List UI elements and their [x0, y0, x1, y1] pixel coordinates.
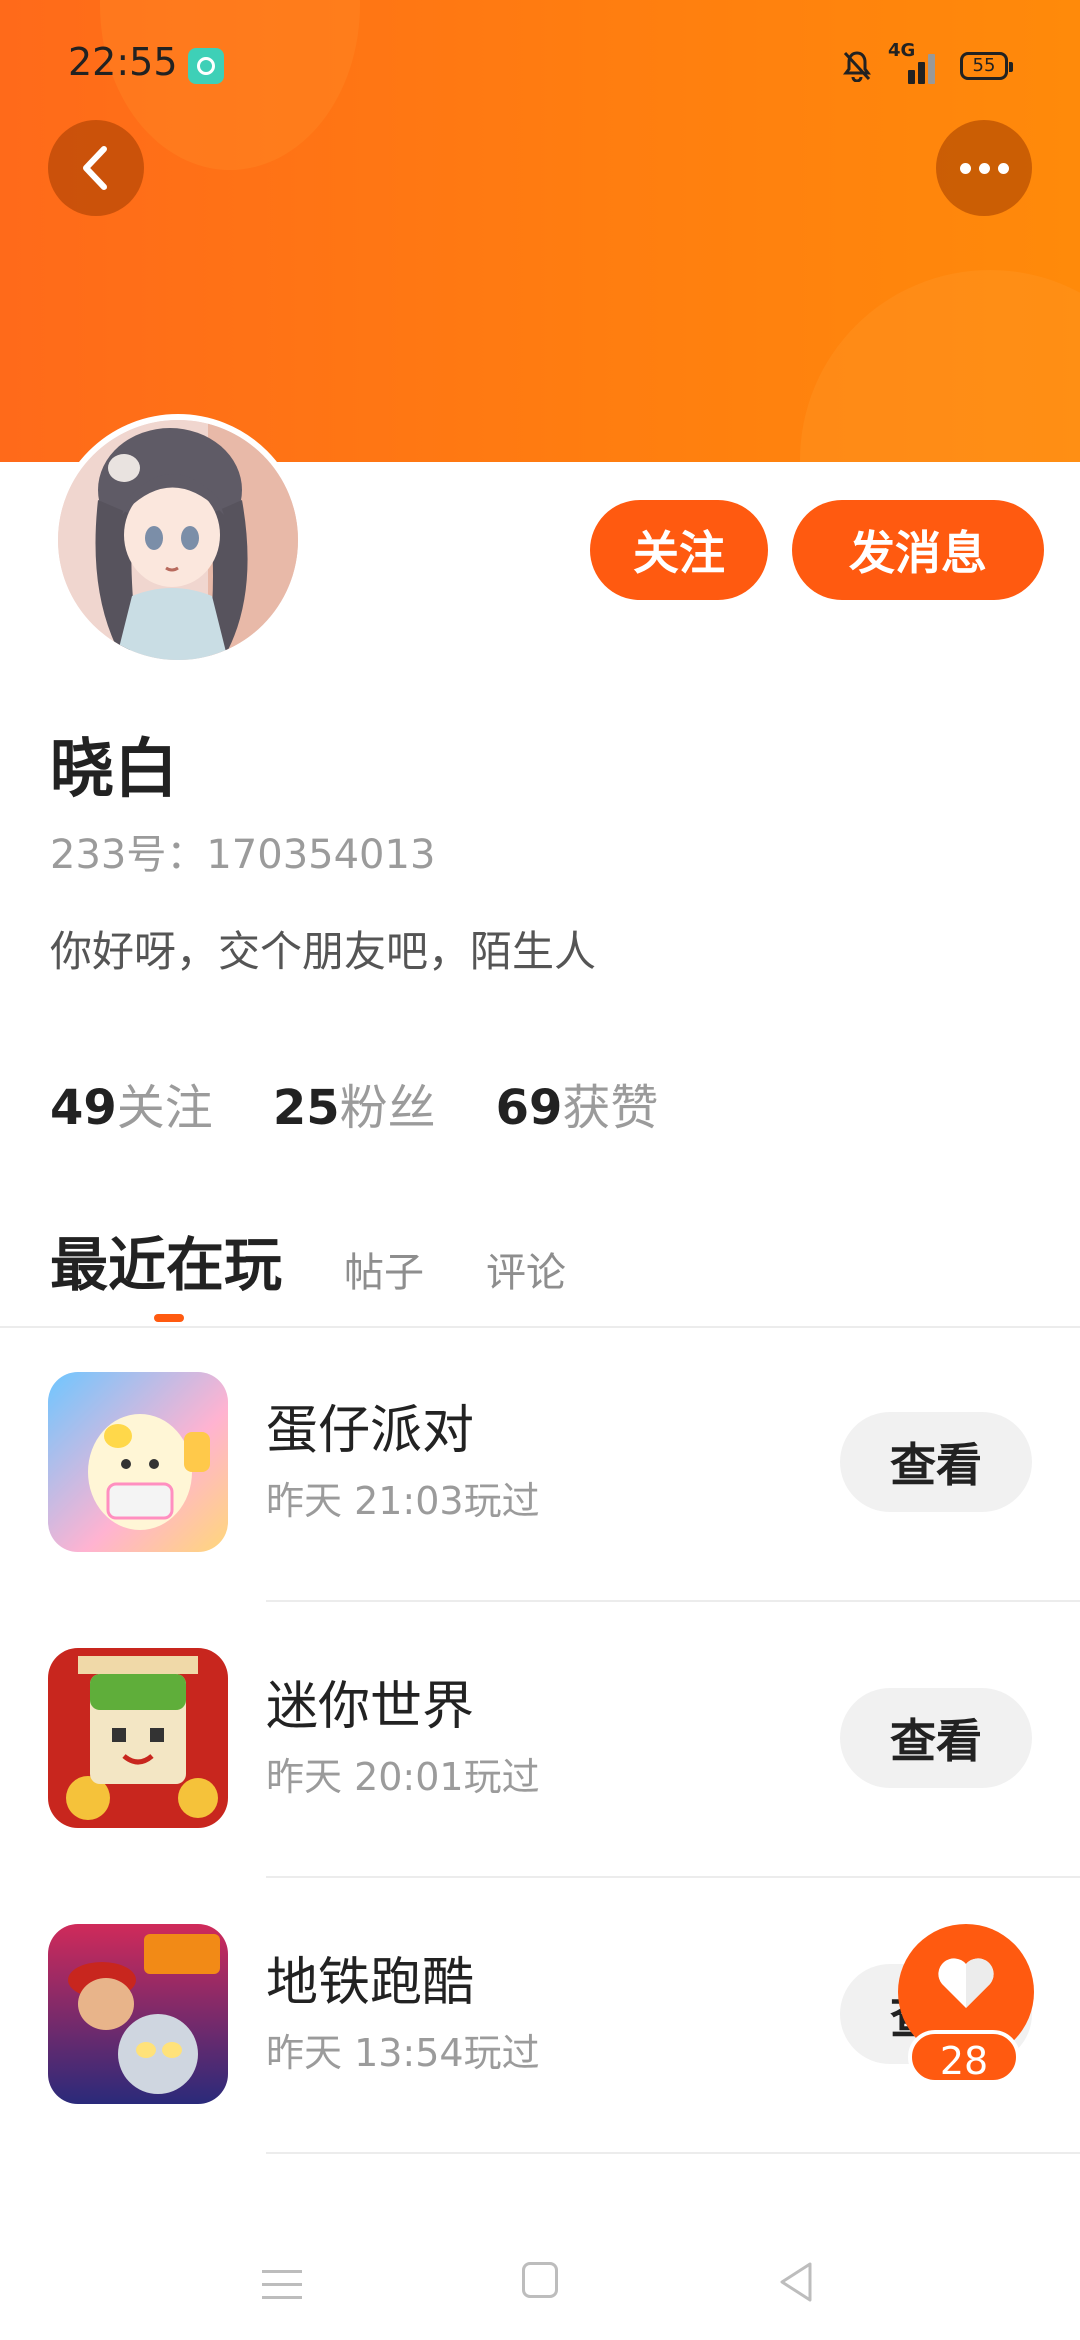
divider [266, 2152, 1080, 2154]
menu-icon[interactable] [262, 2270, 302, 2309]
status-time: 22:55 [68, 40, 178, 84]
follow-button[interactable]: 关注 [590, 500, 768, 600]
back-triangle-icon[interactable] [776, 2260, 816, 2304]
stat-following[interactable]: 49关注 [50, 1068, 213, 1138]
game-icon [48, 1648, 228, 1828]
profile-uid: 233号：170354013 [50, 832, 436, 878]
tab-posts[interactable]: 帖子 [344, 1240, 424, 1302]
stat-likes[interactable]: 69获赞 [496, 1068, 659, 1138]
view-button[interactable]: 查看 [840, 1688, 1032, 1788]
game-icon [48, 1372, 228, 1552]
game-played-time: 昨天 13:54玩过 [266, 2031, 540, 2075]
game-title: 地铁跑酷 [266, 1953, 475, 2013]
avatar-image [58, 420, 298, 660]
game-played-time: 昨天 20:01玩过 [266, 1755, 540, 1799]
like-count-badge: 28 [908, 2030, 1020, 2084]
banner-decoration [800, 270, 1080, 462]
profile-stats: 49关注 25粉丝 69获赞 [50, 1068, 658, 1138]
profile-bio: 你好呀，交个朋友吧，陌生人 [50, 927, 597, 976]
game-played-time: 昨天 21:03玩过 [266, 1479, 540, 1523]
game-icon [48, 1924, 228, 2104]
network-type: 4G [888, 40, 916, 61]
list-item[interactable]: 迷你世界 昨天 20:01玩过 查看 [0, 1602, 1080, 1878]
home-icon[interactable] [522, 2262, 558, 2298]
game-title: 迷你世界 [266, 1677, 475, 1737]
stat-fans[interactable]: 25粉丝 [273, 1068, 436, 1138]
tab-recently-played[interactable]: 最近在玩 [50, 1218, 282, 1302]
mute-icon [842, 50, 872, 90]
avatar[interactable] [52, 414, 304, 666]
game-title: 蛋仔派对 [266, 1401, 475, 1461]
profile-tabs: 最近在玩 帖子 评论 [50, 1218, 566, 1302]
list-item[interactable]: 蛋仔派对 昨天 21:03玩过 查看 [0, 1326, 1080, 1602]
system-navigation-bar [0, 2200, 1080, 2340]
active-tab-indicator [154, 1314, 184, 1322]
more-options-button[interactable] [936, 120, 1032, 216]
more-icon [959, 162, 1009, 174]
profile-name: 晓白 [50, 733, 178, 807]
heart-icon [938, 1958, 994, 2008]
chevron-left-icon [83, 146, 107, 190]
notification-app-icon [188, 48, 224, 84]
battery-icon: 55 [960, 52, 1013, 80]
tab-comments[interactable]: 评论 [486, 1240, 566, 1302]
back-button[interactable] [48, 120, 144, 216]
cellular-signal-icon: 4G [888, 40, 944, 86]
send-message-button[interactable]: 发消息 [792, 500, 1044, 600]
status-bar: 22:55 4G 55 [0, 0, 1080, 130]
view-button[interactable]: 查看 [840, 1412, 1032, 1512]
